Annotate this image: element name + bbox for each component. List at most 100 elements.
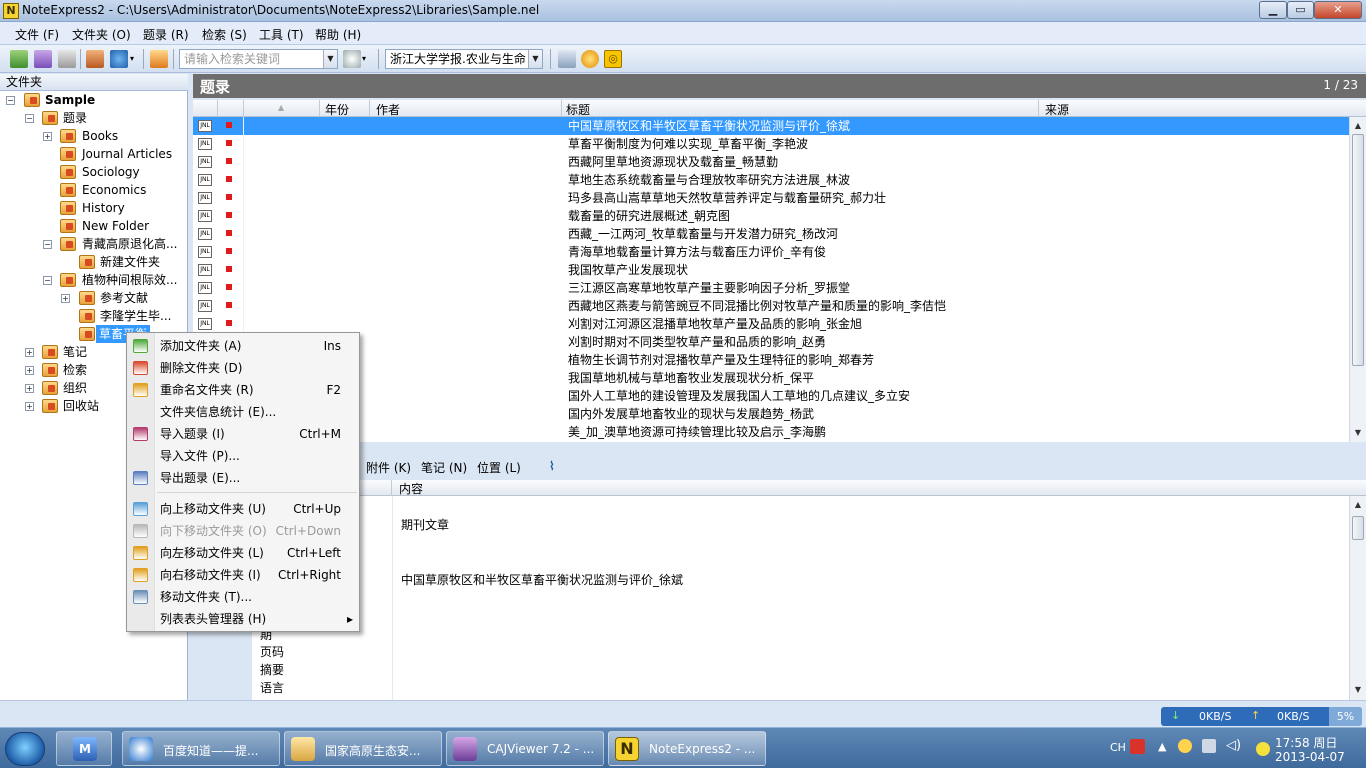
table-row[interactable]: JNL植物生长调节剂对混播牧草产量及生理特征的影响_郑春芳	[193, 351, 1349, 369]
import-icon[interactable]	[86, 50, 104, 68]
scroll-down-icon[interactable]: ▼	[1350, 683, 1366, 697]
expand-icon[interactable]: +	[61, 294, 70, 303]
scroll-up-icon[interactable]: ▲	[1350, 498, 1366, 512]
context-menu-item[interactable]: 导入文件 (P)...	[127, 445, 359, 467]
paperclip-icon[interactable]: ⌇	[549, 459, 555, 473]
menu-folder[interactable]: 文件夹 (O)	[72, 26, 131, 43]
menu-records[interactable]: 题录 (R)	[143, 26, 189, 43]
clock-time[interactable]: 17:58 周日	[1275, 734, 1337, 751]
context-menu-item[interactable]: 向上移动文件夹 (U) Ctrl+Up	[127, 498, 359, 520]
task-maxthon[interactable]: M	[56, 731, 112, 766]
table-row[interactable]: JNL 刈割对江河源区混播草地牧草产量及品质的影响_张金旭	[193, 315, 1349, 333]
expand-icon[interactable]: +	[25, 366, 34, 375]
table-row[interactable]: JNL 草地生态系统载畜量与合理放牧率研究方法进展_林波	[193, 171, 1349, 189]
scroll-thumb[interactable]	[1352, 134, 1364, 366]
menu-search[interactable]: 检索 (S)	[202, 26, 247, 43]
table-row[interactable]: JNL 西藏阿里草地资源现状及载畜量_畅慧勤	[193, 153, 1349, 171]
table-row[interactable]: JNL 我国牧草产业发展现状	[193, 261, 1349, 279]
journal-select[interactable]: 浙江大学学报.农业与生命 ▼	[385, 49, 543, 69]
tree-root-sample[interactable]: − Sample	[0, 91, 188, 109]
context-menu-item[interactable]: 列表表头管理器 (H) ▸	[127, 608, 359, 630]
search-keyword-input[interactable]: 请输入检索关键词 ▼	[179, 49, 338, 69]
records-scrollbar[interactable]: ▲ ▼	[1349, 117, 1366, 442]
tree-item-sociology[interactable]: Sociology	[0, 163, 188, 181]
collapse-icon[interactable]: −	[6, 96, 15, 105]
tree-item-journal-articles[interactable]: Journal Articles	[0, 145, 188, 163]
tree-item-lilong[interactable]: 李隆学生毕...	[0, 307, 188, 325]
new-library-icon[interactable]	[10, 50, 28, 68]
start-button[interactable]	[5, 732, 45, 766]
expand-icon[interactable]: +	[25, 348, 34, 357]
clock-date[interactable]: 2013-04-07	[1275, 750, 1345, 764]
tree-item-records[interactable]: − 题录	[0, 109, 188, 127]
sogou-input-icon[interactable]	[1130, 739, 1145, 754]
network-tray-icon[interactable]	[1202, 739, 1216, 753]
table-row[interactable]: JNL我国草地机械与草地畜牧业发展现状分析_保平	[193, 369, 1349, 387]
smiley-icon[interactable]	[581, 50, 599, 68]
scroll-down-icon[interactable]: ▼	[1350, 426, 1366, 440]
online-search-icon[interactable]	[110, 50, 128, 68]
expand-icon[interactable]: +	[25, 402, 34, 411]
menu-help[interactable]: 帮助 (H)	[315, 26, 361, 43]
maximize-button[interactable]: ▭	[1287, 1, 1314, 19]
expand-icon[interactable]: +	[25, 384, 34, 393]
tree-item-economics[interactable]: Economics	[0, 181, 188, 199]
tree-item-qinghai[interactable]: − 青藏高原退化高...	[0, 235, 188, 253]
chevron-down-icon[interactable]: ▾	[362, 50, 370, 68]
context-menu-item[interactable]: 向左移动文件夹 (L) Ctrl+Left	[127, 542, 359, 564]
collapse-icon[interactable]: −	[43, 276, 52, 285]
task-noteexpress-active[interactable]: N NoteExpress2 - ...	[608, 731, 766, 766]
minimize-button[interactable]: ▁	[1259, 1, 1287, 19]
field-type-value[interactable]: 期刊文章	[401, 516, 449, 533]
tree-item-references[interactable]: + 参考文献	[0, 289, 188, 307]
column-title[interactable]: 标题	[566, 101, 590, 118]
collapse-icon[interactable]: −	[25, 114, 34, 123]
close-button[interactable]: ✕	[1314, 1, 1362, 19]
table-row[interactable]: JNL 三江源区高寒草地牧草产量主要影响因子分析_罗振堂	[193, 279, 1349, 297]
tree-item-new-folder[interactable]: New Folder	[0, 217, 188, 235]
context-menu-item[interactable]: 导出题录 (E)...	[127, 467, 359, 489]
table-row[interactable]: JNL国外人工草地的建设管理及发展我国人工草地的几点建议_多立安	[193, 387, 1349, 405]
table-row[interactable]: JNL 青海草地载畜量计算方法与载畜压力评价_辛有俊	[193, 243, 1349, 261]
journal-info-icon[interactable]	[558, 50, 576, 68]
chevron-down-icon[interactable]: ▾	[130, 50, 138, 68]
table-row[interactable]: JNL 中国草原牧区和半牧区草畜平衡状况监测与评价_徐斌	[193, 117, 1349, 135]
table-row[interactable]: JNL 西藏地区燕麦与箭筈豌豆不同混播比例对牧草产量和质量的影响_李佶恺	[193, 297, 1349, 315]
table-row[interactable]: JNL 西藏_一江两河_牧草载畜量与开发潜力研究_杨改河	[193, 225, 1349, 243]
qq-tray-icon[interactable]	[1178, 739, 1192, 753]
table-row[interactable]: JNL 玛多县高山嵩草草地天然牧草营养评定与载畜量研究_郝力壮	[193, 189, 1349, 207]
tree-item-books[interactable]: + Books	[0, 127, 188, 145]
column-author[interactable]: 作者	[376, 101, 400, 118]
column-source[interactable]: 来源	[1045, 101, 1069, 118]
context-menu-item[interactable]: 删除文件夹 (D)	[127, 357, 359, 379]
backup-icon[interactable]	[58, 50, 76, 68]
table-row[interactable]: JNL国内外发展草地畜牧业的现状与发展趋势_杨武	[193, 405, 1349, 423]
collapse-icon[interactable]: −	[43, 240, 52, 249]
chevron-down-icon[interactable]: ▼	[323, 50, 337, 68]
scroll-thumb[interactable]	[1352, 516, 1364, 540]
table-row[interactable]: JNL 草畜平衡制度为何难以实现_草畜平衡_李艳波	[193, 135, 1349, 153]
task-folder[interactable]: 国家高原生态安...	[284, 731, 442, 766]
context-menu-item[interactable]: 重命名文件夹 (R) F2	[127, 379, 359, 401]
context-menu-item[interactable]: 文件夹信息统计 (E)...	[127, 401, 359, 423]
panel-splitter[interactable]	[193, 442, 1366, 454]
task-baidu[interactable]: 百度知道——提...	[122, 731, 280, 766]
ime-indicator[interactable]: CH	[1110, 741, 1126, 754]
tree-item-history[interactable]: History	[0, 199, 188, 217]
task-cajviewer[interactable]: CAJViewer 7.2 - ...	[446, 731, 604, 766]
menu-tools[interactable]: 工具 (T)	[259, 26, 304, 43]
search-options-icon[interactable]	[343, 50, 361, 68]
volume-icon[interactable]: ◁)	[1226, 738, 1241, 753]
detail-scrollbar[interactable]: ▲ ▼	[1349, 496, 1366, 700]
expand-icon[interactable]: +	[43, 132, 52, 141]
tab-notes[interactable]: 笔记 (N)	[421, 459, 467, 476]
table-row[interactable]: JNL美_加_澳草地资源可持续管理比较及启示_李海鹏	[193, 423, 1349, 441]
export-icon[interactable]	[150, 50, 168, 68]
field-title-value[interactable]: 中国草原牧区和半牧区草畜平衡状况监测与评价_徐斌	[401, 571, 683, 588]
table-row[interactable]: JNL 载畜量的研究进展概述_朝克图	[193, 207, 1349, 225]
notification-icon[interactable]	[1256, 742, 1270, 756]
context-menu-item[interactable]: 添加文件夹 (A) Ins	[127, 335, 359, 357]
tab-location[interactable]: 位置 (L)	[477, 459, 521, 476]
tab-attachments[interactable]: 附件 (K)	[366, 459, 411, 476]
open-library-icon[interactable]	[34, 50, 52, 68]
